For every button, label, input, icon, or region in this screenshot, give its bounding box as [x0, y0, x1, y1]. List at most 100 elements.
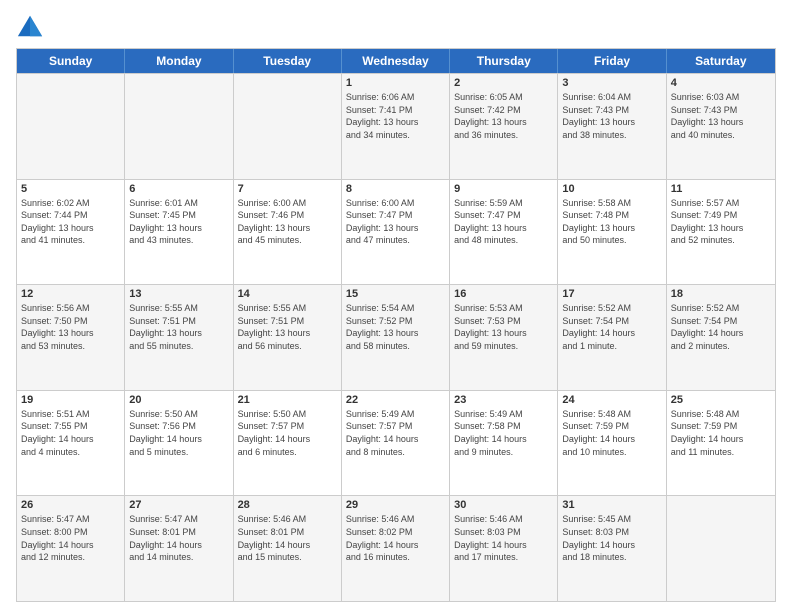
cell-date-number: 1: [346, 77, 445, 89]
calendar-cell: 11 Sunrise: 5:57 AM Sunset: 7:49 PM Dayli…: [667, 180, 775, 285]
cell-date-number: 30: [454, 499, 553, 511]
cell-daylight-info: Sunrise: 5:59 AM Sunset: 7:47 PM Dayligh…: [454, 197, 553, 247]
cell-date-number: 14: [238, 288, 337, 300]
cell-date-number: 2: [454, 77, 553, 89]
calendar-cell: 2 Sunrise: 6:05 AM Sunset: 7:42 PM Daylig…: [450, 74, 558, 179]
calendar-cell: 14 Sunrise: 5:55 AM Sunset: 7:51 PM Dayli…: [234, 285, 342, 390]
calendar-cell: 13Sunrise: 5:55 AM Sunset: 7:51 PM Dayli…: [125, 285, 233, 390]
calendar-cell: 21Sunrise: 5:50 AM Sunset: 7:57 PM Dayli…: [234, 391, 342, 496]
cell-date-number: 3: [562, 77, 661, 89]
calendar-cell: 5Sunrise: 6:02 AM Sunset: 7:44 PM Daylig…: [17, 180, 125, 285]
calendar-cell: 25 Sunrise: 5:48 AM Sunset: 7:59 PM Dayli…: [667, 391, 775, 496]
cell-date-number: 12: [21, 288, 120, 300]
cell-date-number: 28: [238, 499, 337, 511]
cell-daylight-info: Sunrise: 6:01 AM Sunset: 7:45 PM Dayligh…: [129, 197, 228, 247]
logo: [16, 12, 48, 40]
calendar-cell: 6 Sunrise: 6:01 AM Sunset: 7:45 PM Daylig…: [125, 180, 233, 285]
calendar-cell: 4 Sunrise: 6:03 AM Sunset: 7:43 PM Daylig…: [667, 74, 775, 179]
logo-icon: [16, 12, 44, 40]
cell-daylight-info: Sunrise: 5:47 AM Sunset: 8:01 PM Dayligh…: [129, 513, 228, 563]
calendar-cell: 31 Sunrise: 5:45 AM Sunset: 8:03 PM Dayli…: [558, 496, 666, 601]
cell-date-number: 16: [454, 288, 553, 300]
calendar-cell: 22Sunrise: 5:49 AM Sunset: 7:57 PM Dayli…: [342, 391, 450, 496]
cell-date-number: 7: [238, 183, 337, 195]
calendar-cell: 18 Sunrise: 5:52 AM Sunset: 7:54 PM Dayli…: [667, 285, 775, 390]
cell-daylight-info: Sunrise: 5:55 AM Sunset: 7:51 PM Dayligh…: [238, 302, 337, 352]
cell-date-number: 9: [454, 183, 553, 195]
calendar-cell: 12 Sunrise: 5:56 AM Sunset: 7:50 PM Dayli…: [17, 285, 125, 390]
cell-date-number: 8: [346, 183, 445, 195]
calendar-day-header: Friday: [558, 49, 666, 73]
calendar-cell: 23Sunrise: 5:49 AM Sunset: 7:58 PM Dayli…: [450, 391, 558, 496]
cell-date-number: 11: [671, 183, 771, 195]
cell-daylight-info: Sunrise: 5:48 AM Sunset: 7:59 PM Dayligh…: [562, 408, 661, 458]
cell-daylight-info: Sunrise: 5:52 AM Sunset: 7:54 PM Dayligh…: [671, 302, 771, 352]
cell-date-number: 22: [346, 394, 445, 406]
cell-daylight-info: Sunrise: 5:47 AM Sunset: 8:00 PM Dayligh…: [21, 513, 120, 563]
calendar: SundayMondayTuesdayWednesdayThursdayFrid…: [16, 48, 776, 602]
calendar-cell: [125, 74, 233, 179]
calendar-cell: 10 Sunrise: 5:58 AM Sunset: 7:48 PM Dayli…: [558, 180, 666, 285]
calendar-cell: 29 Sunrise: 5:46 AM Sunset: 8:02 PM Dayli…: [342, 496, 450, 601]
calendar-cell: 8 Sunrise: 6:00 AM Sunset: 7:47 PM Daylig…: [342, 180, 450, 285]
calendar-week-row: 26Sunrise: 5:47 AM Sunset: 8:00 PM Dayli…: [17, 495, 775, 601]
calendar-cell: [667, 496, 775, 601]
cell-daylight-info: Sunrise: 5:56 AM Sunset: 7:50 PM Dayligh…: [21, 302, 120, 352]
cell-date-number: 19: [21, 394, 120, 406]
cell-daylight-info: Sunrise: 5:54 AM Sunset: 7:52 PM Dayligh…: [346, 302, 445, 352]
calendar-cell: 30Sunrise: 5:46 AM Sunset: 8:03 PM Dayli…: [450, 496, 558, 601]
cell-date-number: 29: [346, 499, 445, 511]
calendar-cell: 15Sunrise: 5:54 AM Sunset: 7:52 PM Dayli…: [342, 285, 450, 390]
cell-daylight-info: Sunrise: 5:53 AM Sunset: 7:53 PM Dayligh…: [454, 302, 553, 352]
calendar-cell: 7Sunrise: 6:00 AM Sunset: 7:46 PM Daylig…: [234, 180, 342, 285]
cell-daylight-info: Sunrise: 5:55 AM Sunset: 7:51 PM Dayligh…: [129, 302, 228, 352]
calendar-cell: 28 Sunrise: 5:46 AM Sunset: 8:01 PM Dayli…: [234, 496, 342, 601]
calendar-cell: [17, 74, 125, 179]
cell-daylight-info: Sunrise: 5:45 AM Sunset: 8:03 PM Dayligh…: [562, 513, 661, 563]
calendar-cell: 27 Sunrise: 5:47 AM Sunset: 8:01 PM Dayli…: [125, 496, 233, 601]
calendar-cell: 17Sunrise: 5:52 AM Sunset: 7:54 PM Dayli…: [558, 285, 666, 390]
calendar-cell: 20Sunrise: 5:50 AM Sunset: 7:56 PM Dayli…: [125, 391, 233, 496]
calendar-cell: 1 Sunrise: 6:06 AM Sunset: 7:41 PM Daylig…: [342, 74, 450, 179]
calendar-day-header: Wednesday: [342, 49, 450, 73]
calendar-cell: 16 Sunrise: 5:53 AM Sunset: 7:53 PM Dayli…: [450, 285, 558, 390]
cell-daylight-info: Sunrise: 5:50 AM Sunset: 7:57 PM Dayligh…: [238, 408, 337, 458]
cell-daylight-info: Sunrise: 6:05 AM Sunset: 7:42 PM Dayligh…: [454, 91, 553, 141]
cell-daylight-info: Sunrise: 5:51 AM Sunset: 7:55 PM Dayligh…: [21, 408, 120, 458]
calendar-day-header: Sunday: [17, 49, 125, 73]
cell-daylight-info: Sunrise: 5:58 AM Sunset: 7:48 PM Dayligh…: [562, 197, 661, 247]
cell-date-number: 23: [454, 394, 553, 406]
calendar-week-row: 1 Sunrise: 6:06 AM Sunset: 7:41 PM Daylig…: [17, 73, 775, 179]
calendar-cell: 24 Sunrise: 5:48 AM Sunset: 7:59 PM Dayli…: [558, 391, 666, 496]
calendar-week-row: 5Sunrise: 6:02 AM Sunset: 7:44 PM Daylig…: [17, 179, 775, 285]
cell-daylight-info: Sunrise: 5:48 AM Sunset: 7:59 PM Dayligh…: [671, 408, 771, 458]
calendar-cell: 19 Sunrise: 5:51 AM Sunset: 7:55 PM Dayli…: [17, 391, 125, 496]
calendar-cell: 26Sunrise: 5:47 AM Sunset: 8:00 PM Dayli…: [17, 496, 125, 601]
cell-daylight-info: Sunrise: 5:46 AM Sunset: 8:02 PM Dayligh…: [346, 513, 445, 563]
cell-daylight-info: Sunrise: 5:57 AM Sunset: 7:49 PM Dayligh…: [671, 197, 771, 247]
cell-date-number: 31: [562, 499, 661, 511]
cell-daylight-info: Sunrise: 5:46 AM Sunset: 8:01 PM Dayligh…: [238, 513, 337, 563]
cell-date-number: 27: [129, 499, 228, 511]
cell-daylight-info: Sunrise: 6:04 AM Sunset: 7:43 PM Dayligh…: [562, 91, 661, 141]
cell-date-number: 18: [671, 288, 771, 300]
cell-date-number: 5: [21, 183, 120, 195]
calendar-week-row: 19 Sunrise: 5:51 AM Sunset: 7:55 PM Dayli…: [17, 390, 775, 496]
calendar-body: 1 Sunrise: 6:06 AM Sunset: 7:41 PM Daylig…: [17, 73, 775, 601]
calendar-week-row: 12 Sunrise: 5:56 AM Sunset: 7:50 PM Dayli…: [17, 284, 775, 390]
cell-daylight-info: Sunrise: 6:00 AM Sunset: 7:47 PM Dayligh…: [346, 197, 445, 247]
cell-daylight-info: Sunrise: 5:52 AM Sunset: 7:54 PM Dayligh…: [562, 302, 661, 352]
header: [16, 12, 776, 40]
cell-daylight-info: Sunrise: 6:03 AM Sunset: 7:43 PM Dayligh…: [671, 91, 771, 141]
cell-daylight-info: Sunrise: 6:06 AM Sunset: 7:41 PM Dayligh…: [346, 91, 445, 141]
calendar-day-header: Saturday: [667, 49, 775, 73]
calendar-cell: 3 Sunrise: 6:04 AM Sunset: 7:43 PM Daylig…: [558, 74, 666, 179]
cell-date-number: 20: [129, 394, 228, 406]
cell-date-number: 10: [562, 183, 661, 195]
calendar-cell: 9 Sunrise: 5:59 AM Sunset: 7:47 PM Daylig…: [450, 180, 558, 285]
cell-date-number: 4: [671, 77, 771, 89]
calendar-day-header: Thursday: [450, 49, 558, 73]
cell-date-number: 24: [562, 394, 661, 406]
cell-date-number: 25: [671, 394, 771, 406]
cell-date-number: 6: [129, 183, 228, 195]
